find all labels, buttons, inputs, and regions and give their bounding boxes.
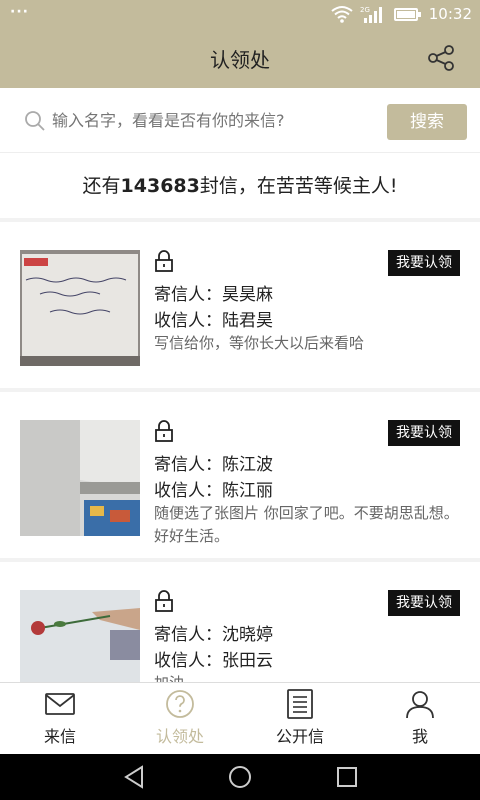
nav-item-me[interactable]: 我 — [360, 683, 480, 755]
lock-icon — [155, 590, 173, 612]
envelope-icon — [45, 693, 75, 715]
battery-icon — [394, 8, 421, 21]
letter-card[interactable]: 我要认领 寄信人：昊昊麻 收信人：陆君昊 写信给你，等你长大以后来看哈 — [0, 222, 480, 388]
recipient: 收信人：陆君昊 — [154, 311, 273, 331]
count-suffix: 封信，在苦苦等候主人! — [199, 175, 398, 197]
back-icon[interactable] — [122, 764, 148, 790]
search-bar: 搜索 — [0, 88, 480, 152]
claim-button[interactable]: 我要认领 — [388, 420, 460, 446]
signal-icon: 2G — [360, 4, 386, 28]
nav-label: 认领处 — [155, 727, 204, 746]
sender: 寄信人：陈江波 — [154, 455, 273, 475]
unclaimed-count: 还有143683封信，在苦苦等候主人! — [0, 152, 480, 218]
svg-text:2G: 2G — [360, 6, 370, 14]
question-icon — [166, 690, 194, 718]
search-icon — [25, 111, 45, 131]
letter-card[interactable]: 我要认领 寄信人：陈江波 收信人：陈江丽 随便选了张图片 你回家了吧。不要胡思乱… — [0, 392, 480, 558]
sender: 寄信人：昊昊麻 — [154, 285, 273, 305]
letter-photo — [20, 250, 140, 366]
letter-message: 加油 — [154, 672, 464, 682]
share-icon[interactable] — [426, 44, 456, 72]
status-bar: ··· 2G 10:32 — [0, 0, 480, 28]
count-prefix: 还有 — [82, 175, 121, 197]
search-input[interactable] — [52, 106, 372, 134]
letter-message: 随便选了张图片 你回家了吧。不要胡思乱想。好好生活。 — [154, 504, 459, 545]
search-button[interactable]: 搜索 — [387, 104, 467, 140]
user-icon — [406, 691, 434, 719]
page-title: 认领处 — [210, 48, 270, 72]
recipient: 收信人：张田云 — [154, 651, 273, 671]
nav-label: 来信 — [43, 727, 76, 746]
recents-icon[interactable] — [334, 764, 360, 790]
notification-dots: ··· — [10, 4, 29, 20]
home-icon[interactable] — [227, 764, 253, 790]
letter-photo — [20, 590, 140, 682]
bottom-nav: 来信 认领处 公开信 我 — [0, 682, 480, 754]
sender: 寄信人：沈晓婷 — [154, 625, 273, 645]
claim-button[interactable]: 我要认领 — [388, 590, 460, 616]
wifi-icon — [331, 6, 353, 23]
letter-message: 写信给你，等你长大以后来看哈 — [154, 334, 365, 352]
letter-photo — [20, 420, 140, 536]
system-nav-bar — [0, 754, 480, 800]
recipient: 收信人：陈江丽 — [154, 481, 273, 501]
document-icon — [287, 689, 313, 719]
claim-button[interactable]: 我要认领 — [388, 250, 460, 276]
nav-label: 我 — [411, 727, 428, 746]
nav-item-claim[interactable]: 认领处 — [120, 683, 240, 755]
lock-icon — [155, 250, 173, 272]
lock-icon — [155, 420, 173, 442]
title-bar: 认领处 — [0, 28, 480, 88]
nav-item-inbox[interactable]: 来信 — [0, 683, 120, 755]
letter-list: 我要认领 寄信人：昊昊麻 收信人：陆君昊 写信给你，等你长大以后来看哈 我要认领… — [0, 222, 480, 682]
clock: 10:32 — [428, 5, 472, 23]
nav-label: 公开信 — [275, 727, 324, 746]
count-number: 143683 — [120, 175, 200, 197]
letter-card[interactable]: 我要认领 寄信人：沈晓婷 收信人：张田云 加油 — [0, 562, 480, 682]
nav-item-public-letters[interactable]: 公开信 — [240, 683, 360, 755]
